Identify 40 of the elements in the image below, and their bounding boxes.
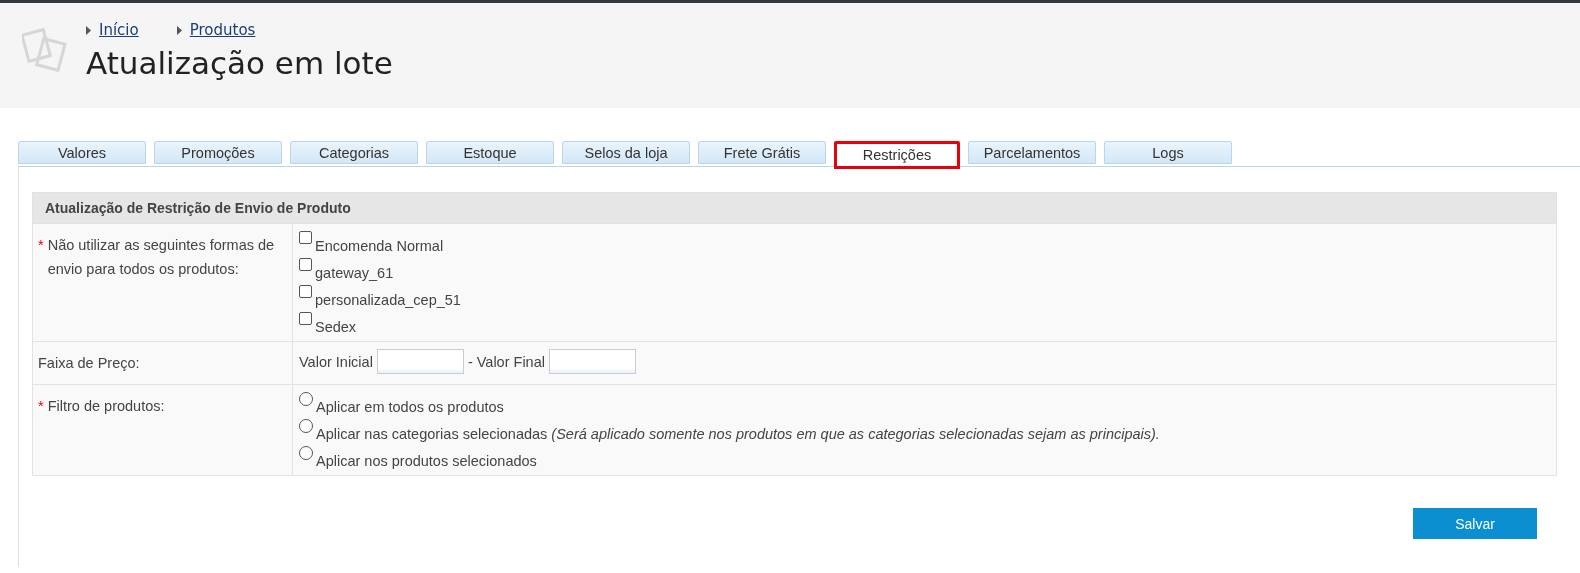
breadcrumb-link[interactable]: Produtos [189,21,256,39]
caret-icon [176,25,182,35]
field-label: Faixa de Preço: [38,354,140,373]
option-label: Sedex [315,319,357,335]
breadcrumb-link[interactable]: Início [99,21,139,39]
tab[interactable]: Logs [1104,141,1232,164]
option-label: Aplicar em todos os produtos [316,399,504,415]
radio-button[interactable] [299,392,313,406]
tab[interactable]: Estoque [426,141,554,164]
tab[interactable]: Valores [18,141,146,164]
tab[interactable]: Restrições [834,141,960,169]
option-label: Aplicar nas categorias selecionadas (Será aplicado somente nos produtos em que as categorias selecionadas sejam as principais). [316,426,1160,442]
pages-icon [22,27,68,73]
save-button[interactable]: Salvar [1413,508,1537,539]
page-title: Atualização em lote [86,45,393,81]
option-label: Encomenda Normal [315,238,444,254]
checkbox[interactable] [299,285,312,298]
option-label: personalizada_cep_51 [315,292,461,308]
checkbox[interactable] [299,231,312,244]
checkbox[interactable] [299,312,312,325]
option-label: gateway_61 [315,265,394,281]
required-mark: * [38,397,44,416]
tab[interactable]: Parcelamentos [968,141,1096,164]
field-label: Não utilizar as seguintes formas de envio para todos os produtos: [47,236,276,279]
tab[interactable]: Frete Grátis [698,141,826,164]
caret-icon [86,25,91,35]
input-field[interactable] [548,349,636,374]
field-label: - Valor Final [467,353,545,370]
radio-button[interactable] [299,419,313,433]
field-label: Valor Inicial [299,353,373,370]
tab[interactable]: Categorias [290,141,418,164]
form-heading: Atualização de Restrição de Envio de Produto [33,193,1556,223]
tab[interactable]: Promoções [154,141,282,164]
option-label: Aplicar nos produtos selecionados [316,453,537,469]
radio-button[interactable] [299,446,313,460]
input-field[interactable] [376,349,464,374]
tab[interactable]: Selos da loja [562,141,690,164]
required-mark: * [38,236,44,255]
field-label: Filtro de produtos: [47,397,165,416]
checkbox[interactable] [299,258,312,271]
